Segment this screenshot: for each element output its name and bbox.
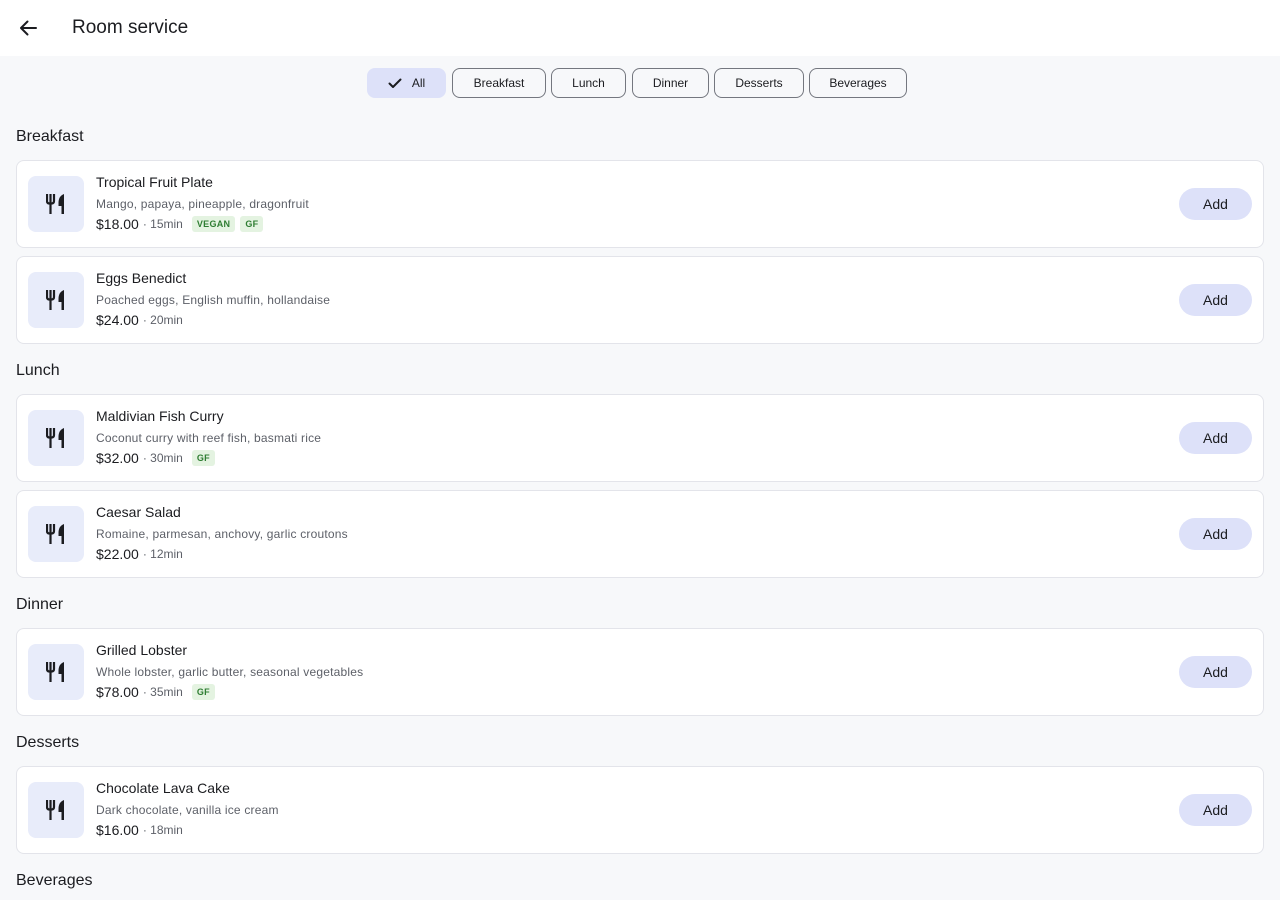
filter-chip-label: Desserts (735, 76, 783, 90)
restaurant-icon (46, 194, 64, 214)
item-name: Eggs Benedict (96, 270, 187, 286)
item-prep-time: · 30min (142, 451, 183, 465)
section-header-lunch: Lunch (16, 362, 60, 379)
item-meta: $78.00 · 35min GF (96, 684, 215, 700)
item-thumbnail (28, 782, 84, 838)
restaurant-icon (46, 800, 64, 820)
dietary-tag-gf: GF (191, 450, 215, 466)
item-meta: $18.00 · 15min VEGAN GF (96, 216, 264, 232)
item-prep-time: · 35min (142, 685, 183, 699)
item-thumbnail (28, 410, 84, 466)
item-thumbnail (28, 272, 84, 328)
add-button[interactable]: Add (1179, 284, 1252, 316)
dietary-tag-gf: GF (240, 216, 264, 232)
filter-chip-label: All (411, 76, 426, 90)
check-icon (388, 78, 402, 89)
item-description: Romaine, parmesan, anchovy, garlic crout… (96, 527, 348, 541)
dietary-tag-vegan: VEGAN (191, 216, 236, 232)
filter-chip-breakfast[interactable]: Breakfast (452, 68, 546, 98)
page-title: Room service (72, 17, 189, 38)
item-price: $78.00 (96, 684, 139, 700)
filter-chip-lunch[interactable]: Lunch (551, 68, 626, 98)
filter-chip-beverages[interactable]: Beverages (809, 68, 907, 98)
add-button[interactable]: Add (1179, 188, 1252, 220)
filter-chip-label: Lunch (572, 76, 605, 90)
category-filter-chips: All Breakfast Lunch Dinner Desserts Beve… (0, 68, 1280, 98)
back-button[interactable] (16, 16, 40, 40)
add-button[interactable]: Add (1179, 422, 1252, 454)
item-description: Poached eggs, English muffin, hollandais… (96, 293, 331, 307)
item-price: $24.00 (96, 312, 139, 328)
item-name: Grilled Lobster (96, 642, 188, 658)
item-description: Mango, papaya, pineapple, dragonfruit (96, 197, 309, 211)
item-name: Tropical Fruit Plate (96, 174, 213, 190)
restaurant-icon (46, 428, 64, 448)
dietary-tag-gf: GF (191, 684, 215, 700)
item-prep-time: · 20min (142, 313, 183, 327)
arrow-back-icon (20, 20, 37, 36)
add-button[interactable]: Add (1179, 794, 1252, 826)
section-header-dinner: Dinner (16, 596, 64, 613)
section-header-desserts: Desserts (16, 734, 80, 751)
item-thumbnail (28, 506, 84, 562)
filter-chip-desserts[interactable]: Desserts (714, 68, 804, 98)
add-button[interactable]: Add (1179, 656, 1252, 688)
item-description: Dark chocolate, vanilla ice cream (96, 803, 279, 817)
menu-item-card: Tropical Fruit Plate Mango, papaya, pine… (16, 160, 1264, 248)
item-prep-time: · 12min (142, 547, 183, 561)
item-price: $18.00 (96, 216, 139, 232)
add-button[interactable]: Add (1179, 518, 1252, 550)
item-description: Coconut curry with reef fish, basmati ri… (96, 431, 322, 445)
filter-chip-label: Beverages (829, 76, 887, 90)
item-price: $16.00 (96, 822, 139, 838)
item-name: Chocolate Lava Cake (96, 780, 230, 796)
menu-item-card: Eggs Benedict Poached eggs, English muff… (16, 256, 1264, 344)
item-prep-time: · 15min (142, 217, 183, 231)
filter-chip-label: Breakfast (473, 76, 525, 90)
restaurant-icon (46, 524, 64, 544)
item-meta: $16.00 · 18min (96, 822, 183, 838)
section-header-breakfast: Breakfast (16, 128, 84, 145)
menu-item-card: Maldivian Fish Curry Coconut curry with … (16, 394, 1264, 482)
menu-item-card: Caesar Salad Romaine, parmesan, anchovy,… (16, 490, 1264, 578)
item-price: $32.00 (96, 450, 139, 466)
menu-item-card: Grilled Lobster Whole lobster, garlic bu… (16, 628, 1264, 716)
filter-chip-label: Dinner (652, 76, 689, 90)
restaurant-icon (46, 662, 64, 682)
item-name: Caesar Salad (96, 504, 181, 520)
item-meta: $24.00 · 20min (96, 312, 183, 328)
filter-chip-all[interactable]: All (367, 68, 446, 98)
menu-item-card: Chocolate Lava Cake Dark chocolate, vani… (16, 766, 1264, 854)
top-app-bar: Room service (0, 0, 1280, 56)
restaurant-icon (46, 290, 64, 310)
item-thumbnail (28, 644, 84, 700)
item-meta: $22.00 · 12min (96, 546, 183, 562)
item-prep-time: · 18min (142, 823, 183, 837)
item-thumbnail (28, 176, 84, 232)
filter-chip-dinner[interactable]: Dinner (632, 68, 709, 98)
item-name: Maldivian Fish Curry (96, 408, 224, 424)
item-meta: $32.00 · 30min GF (96, 450, 215, 466)
item-price: $22.00 (96, 546, 139, 562)
item-description: Whole lobster, garlic butter, seasonal v… (96, 665, 364, 679)
section-header-beverages: Beverages (16, 872, 93, 889)
